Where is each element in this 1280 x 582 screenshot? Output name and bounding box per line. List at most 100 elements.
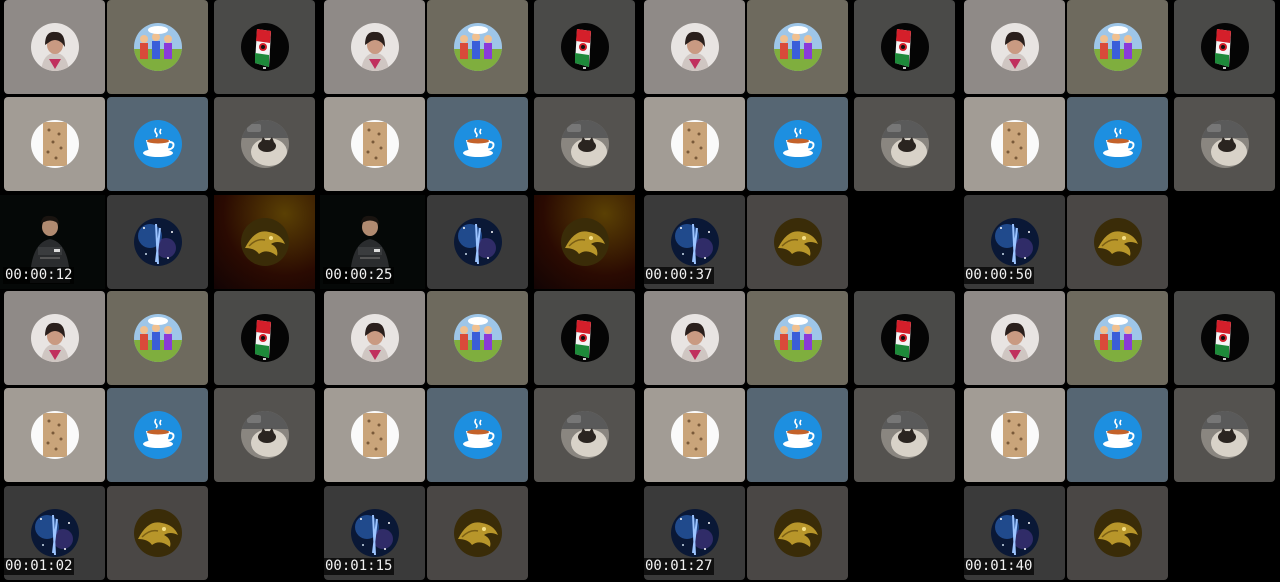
cat-photo-icon bbox=[240, 120, 289, 168]
galaxy-icon bbox=[30, 509, 79, 557]
timestamp-label: 00:01:02 bbox=[3, 558, 75, 575]
dragon-icon bbox=[773, 509, 822, 557]
cat-photo-icon bbox=[880, 120, 929, 168]
participant-woman-avatar[interactable] bbox=[4, 291, 105, 385]
cartoon-scene-icon bbox=[133, 314, 182, 362]
bread-icon bbox=[30, 120, 79, 168]
participant-bread-avatar[interactable] bbox=[964, 97, 1065, 191]
timestamp-label: 00:00:50 bbox=[963, 267, 1035, 284]
participant-tea-avatar[interactable] bbox=[1067, 388, 1168, 482]
participant-flag-avatar[interactable] bbox=[854, 0, 955, 94]
galaxy-icon bbox=[990, 218, 1039, 266]
participant-cat-avatar[interactable] bbox=[1174, 388, 1275, 482]
participant-dragon-avatar[interactable] bbox=[427, 486, 528, 580]
cat-photo-icon bbox=[1200, 411, 1249, 459]
video-frame: 00:01:40 bbox=[960, 291, 1278, 582]
participant-dragon-avatar[interactable] bbox=[107, 486, 208, 580]
video-frame: 00:01:15 bbox=[320, 291, 638, 582]
woman-portrait-icon bbox=[350, 23, 399, 71]
teacup-icon bbox=[133, 411, 182, 459]
participant-dragon-avatar[interactable] bbox=[1067, 486, 1168, 580]
participant-galaxy-avatar[interactable] bbox=[107, 195, 208, 289]
participant-galaxy-avatar[interactable] bbox=[427, 195, 528, 289]
participant-cartoon-avatar[interactable] bbox=[107, 0, 208, 94]
participant-cat-avatar[interactable] bbox=[854, 97, 955, 191]
participant-flag-avatar[interactable] bbox=[1174, 291, 1275, 385]
participant-woman-avatar[interactable] bbox=[964, 291, 1065, 385]
participant-cartoon-avatar[interactable] bbox=[1067, 0, 1168, 94]
dragon-icon bbox=[1093, 509, 1142, 557]
participant-cartoon-avatar[interactable] bbox=[747, 291, 848, 385]
participant-woman-avatar[interactable] bbox=[4, 0, 105, 94]
dragon-icon bbox=[453, 509, 502, 557]
participant-woman-avatar[interactable] bbox=[964, 0, 1065, 94]
participant-flag-avatar[interactable] bbox=[854, 291, 955, 385]
participant-cartoon-avatar[interactable] bbox=[107, 291, 208, 385]
participant-tea-avatar[interactable] bbox=[427, 97, 528, 191]
video-frame: 00:00:50 bbox=[960, 0, 1278, 291]
bread-icon bbox=[990, 411, 1039, 459]
cartoon-scene-icon bbox=[453, 314, 502, 362]
bread-icon bbox=[350, 120, 399, 168]
participant-tea-avatar[interactable] bbox=[747, 97, 848, 191]
woman-portrait-icon bbox=[30, 23, 79, 71]
participant-cartoon-avatar[interactable] bbox=[427, 0, 528, 94]
participant-flag-avatar[interactable] bbox=[214, 0, 315, 94]
dragon-icon bbox=[1093, 218, 1142, 266]
participant-cat-avatar[interactable] bbox=[854, 388, 955, 482]
participant-dragon-avatar[interactable] bbox=[747, 486, 848, 580]
cartoon-scene-icon bbox=[133, 23, 182, 71]
cat-photo-icon bbox=[1200, 120, 1249, 168]
participant-cartoon-avatar[interactable] bbox=[747, 0, 848, 94]
woman-portrait-icon bbox=[990, 23, 1039, 71]
dragon-icon bbox=[240, 218, 289, 266]
participant-cat-avatar[interactable] bbox=[534, 97, 635, 191]
participant-woman-avatar[interactable] bbox=[324, 0, 425, 94]
participant-dragon-avatar[interactable] bbox=[747, 195, 848, 289]
participant-woman-avatar[interactable] bbox=[324, 291, 425, 385]
participant-dragon-avatar[interactable] bbox=[534, 195, 635, 289]
participant-tea-avatar[interactable] bbox=[1067, 97, 1168, 191]
cartoon-scene-icon bbox=[1093, 314, 1142, 362]
participant-flag-avatar[interactable] bbox=[534, 0, 635, 94]
woman-portrait-icon bbox=[30, 314, 79, 362]
participant-cat-avatar[interactable] bbox=[534, 388, 635, 482]
participant-dragon-avatar[interactable] bbox=[214, 195, 315, 289]
participant-tea-avatar[interactable] bbox=[747, 388, 848, 482]
dragon-icon bbox=[560, 218, 609, 266]
participant-cartoon-avatar[interactable] bbox=[427, 291, 528, 385]
galaxy-icon bbox=[133, 218, 182, 266]
participant-bread-avatar[interactable] bbox=[324, 97, 425, 191]
cartoon-scene-icon bbox=[1093, 23, 1142, 71]
participant-flag-avatar[interactable] bbox=[214, 291, 315, 385]
participant-bread-avatar[interactable] bbox=[644, 97, 745, 191]
participant-dragon-avatar[interactable] bbox=[1067, 195, 1168, 289]
galaxy-icon bbox=[350, 509, 399, 557]
participant-flag-avatar[interactable] bbox=[534, 291, 635, 385]
dragon-icon bbox=[133, 509, 182, 557]
participant-cat-avatar[interactable] bbox=[214, 97, 315, 191]
bread-icon bbox=[30, 411, 79, 459]
participant-bread-avatar[interactable] bbox=[964, 388, 1065, 482]
participant-tea-avatar[interactable] bbox=[427, 388, 528, 482]
participant-bread-avatar[interactable] bbox=[4, 97, 105, 191]
participant-cartoon-avatar[interactable] bbox=[1067, 291, 1168, 385]
participant-cat-avatar[interactable] bbox=[214, 388, 315, 482]
participant-tea-avatar[interactable] bbox=[107, 97, 208, 191]
participant-woman-avatar[interactable] bbox=[644, 291, 745, 385]
participant-tea-avatar[interactable] bbox=[107, 388, 208, 482]
participant-bread-avatar[interactable] bbox=[324, 388, 425, 482]
video-frame: 00:01:27 bbox=[640, 291, 958, 582]
participant-cat-avatar[interactable] bbox=[1174, 97, 1275, 191]
teacup-icon bbox=[1093, 411, 1142, 459]
participant-bread-avatar[interactable] bbox=[644, 388, 745, 482]
cat-photo-icon bbox=[880, 411, 929, 459]
participant-bread-avatar[interactable] bbox=[4, 388, 105, 482]
participant-flag-avatar[interactable] bbox=[1174, 0, 1275, 94]
timestamp-label: 00:00:25 bbox=[323, 267, 395, 284]
bread-icon bbox=[990, 120, 1039, 168]
timestamp-label: 00:01:40 bbox=[963, 558, 1035, 575]
timestamp-label: 00:00:37 bbox=[643, 267, 715, 284]
participant-woman-avatar[interactable] bbox=[644, 0, 745, 94]
woman-portrait-icon bbox=[990, 314, 1039, 362]
